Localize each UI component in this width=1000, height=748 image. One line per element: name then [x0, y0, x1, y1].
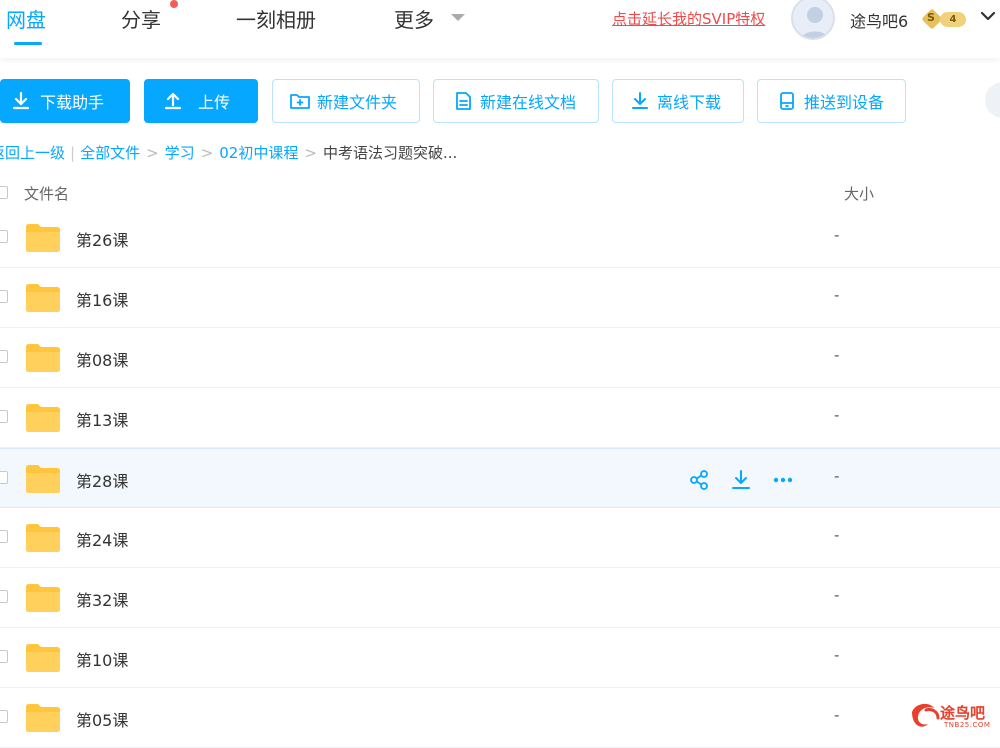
- file-name[interactable]: 第13课: [76, 407, 128, 431]
- row-checkbox[interactable]: [0, 590, 8, 603]
- file-name[interactable]: 第26课: [76, 227, 128, 251]
- watermark-logo: 途鸟吧 TNB25.COM: [908, 698, 1000, 733]
- nav-tab-netdisk[interactable]: 网盘: [6, 4, 46, 33]
- upload-button[interactable]: 上传: [144, 79, 258, 123]
- row-share-icon[interactable]: [688, 469, 710, 491]
- watermark-subtext: TNB25.COM: [944, 721, 991, 729]
- active-tab-indicator: [14, 42, 42, 45]
- download-helper-button[interactable]: 下载助手: [0, 79, 130, 123]
- file-table-header: 文件名 大小: [0, 176, 1000, 210]
- file-name[interactable]: 第05课: [76, 707, 128, 731]
- new-online-doc-label: 新建在线文档: [480, 93, 577, 112]
- document-icon: [456, 92, 471, 110]
- file-name[interactable]: 第08课: [76, 347, 128, 371]
- top-nav: 网盘 分享 一刻相册 更多 点击延长我的SVIP特权 途鸟吧6 S 4: [0, 0, 1000, 58]
- file-name[interactable]: 第10课: [76, 647, 128, 671]
- breadcrumb-junior-course[interactable]: 02初中课程: [219, 144, 298, 162]
- row-checkbox[interactable]: [0, 350, 8, 363]
- vip-level-value: 4: [940, 12, 966, 27]
- watermark-text: 途鸟吧: [940, 704, 986, 722]
- row-more-icon[interactable]: [772, 469, 794, 491]
- view-toggle-button[interactable]: [985, 82, 1000, 118]
- table-row[interactable]: 第10课 -: [0, 628, 1000, 688]
- file-size: -: [834, 526, 840, 544]
- folder-icon: [26, 704, 60, 732]
- avatar-icon: [800, 7, 830, 38]
- new-online-doc-button[interactable]: 新建在线文档: [433, 79, 599, 123]
- file-size: -: [834, 467, 840, 485]
- push-to-device-button[interactable]: 推送到设备: [757, 79, 906, 123]
- table-row[interactable]: 第08课 -: [0, 328, 1000, 388]
- column-header-size[interactable]: 大小: [844, 183, 874, 204]
- upload-label: 上传: [198, 93, 231, 112]
- table-row[interactable]: 第13课 -: [0, 388, 1000, 448]
- file-size: -: [834, 286, 840, 304]
- download-icon: [12, 91, 30, 110]
- notification-dot: [170, 0, 178, 8]
- new-folder-button[interactable]: 新建文件夹: [272, 79, 420, 123]
- folder-icon: [26, 644, 60, 672]
- row-download-icon[interactable]: [730, 469, 752, 491]
- folder-icon: [26, 284, 60, 312]
- select-all-checkbox[interactable]: [0, 186, 8, 199]
- breadcrumb-current: 中考语法习题突破...: [322, 144, 458, 162]
- folder-icon: [26, 344, 60, 372]
- bird-logo-icon: [912, 703, 940, 727]
- svip-renew-link[interactable]: 点击延长我的SVIP特权: [612, 8, 765, 29]
- nav-tab-album[interactable]: 一刻相册: [236, 4, 316, 33]
- nav-tab-more[interactable]: 更多: [394, 4, 434, 33]
- vip-level-badge[interactable]: S 4: [921, 8, 970, 30]
- new-folder-icon: [290, 94, 310, 109]
- folder-icon: [26, 404, 60, 432]
- file-list: 第26课 - 第16课 - 第08课 - 第13课 - 第28课 - 第24课 - 第32课 - 第10课 -…: [0, 208, 1000, 748]
- row-checkbox[interactable]: [0, 471, 8, 484]
- vip-symbol: S: [927, 11, 935, 24]
- row-checkbox[interactable]: [0, 230, 8, 243]
- row-checkbox[interactable]: [0, 650, 8, 663]
- offline-download-label: 离线下载: [657, 93, 722, 112]
- file-name[interactable]: 第16课: [76, 287, 128, 311]
- breadcrumb-back-link[interactable]: 返回上一级: [0, 144, 65, 162]
- column-header-name[interactable]: 文件名: [24, 183, 69, 204]
- file-name[interactable]: 第24课: [76, 527, 128, 551]
- file-size: -: [834, 226, 840, 244]
- upload-icon: [164, 92, 182, 110]
- folder-icon: [26, 524, 60, 552]
- table-row[interactable]: 第26课 -: [0, 208, 1000, 268]
- nav-tab-share[interactable]: 分享: [121, 4, 161, 33]
- breadcrumb: 返回上一级|全部文件>学习>02初中课程>中考语法习题突破...: [0, 142, 457, 163]
- download-helper-label: 下载助手: [40, 93, 105, 112]
- new-folder-label: 新建文件夹: [317, 93, 398, 112]
- folder-icon: [26, 465, 60, 493]
- chevron-down-icon[interactable]: [980, 8, 996, 24]
- table-row[interactable]: 第05课 -: [0, 688, 1000, 748]
- file-size: -: [834, 706, 840, 724]
- folder-icon: [26, 584, 60, 612]
- file-name[interactable]: 第28课: [76, 468, 128, 492]
- offline-download-icon: [632, 92, 648, 109]
- table-row[interactable]: 第16课 -: [0, 268, 1000, 328]
- row-checkbox[interactable]: [0, 290, 8, 303]
- row-checkbox[interactable]: [0, 410, 8, 423]
- username[interactable]: 途鸟吧6: [850, 8, 908, 32]
- file-size: -: [834, 406, 840, 424]
- device-icon: [780, 92, 794, 110]
- row-checkbox[interactable]: [0, 530, 8, 543]
- file-size: -: [834, 586, 840, 604]
- file-size: -: [834, 346, 840, 364]
- breadcrumb-all-files[interactable]: 全部文件: [80, 144, 140, 162]
- table-row[interactable]: 第32课 -: [0, 568, 1000, 628]
- avatar[interactable]: [791, 0, 835, 40]
- table-row[interactable]: 第24课 -: [0, 508, 1000, 568]
- table-row[interactable]: 第28课 -: [0, 448, 1000, 508]
- push-to-device-label: 推送到设备: [804, 93, 885, 112]
- file-name[interactable]: 第32课: [76, 587, 128, 611]
- offline-download-button[interactable]: 离线下载: [612, 79, 744, 123]
- folder-icon: [26, 224, 60, 252]
- breadcrumb-study[interactable]: 学习: [165, 144, 195, 162]
- file-size: -: [834, 646, 840, 664]
- more-caret-icon[interactable]: [451, 14, 465, 21]
- row-checkbox[interactable]: [0, 710, 8, 723]
